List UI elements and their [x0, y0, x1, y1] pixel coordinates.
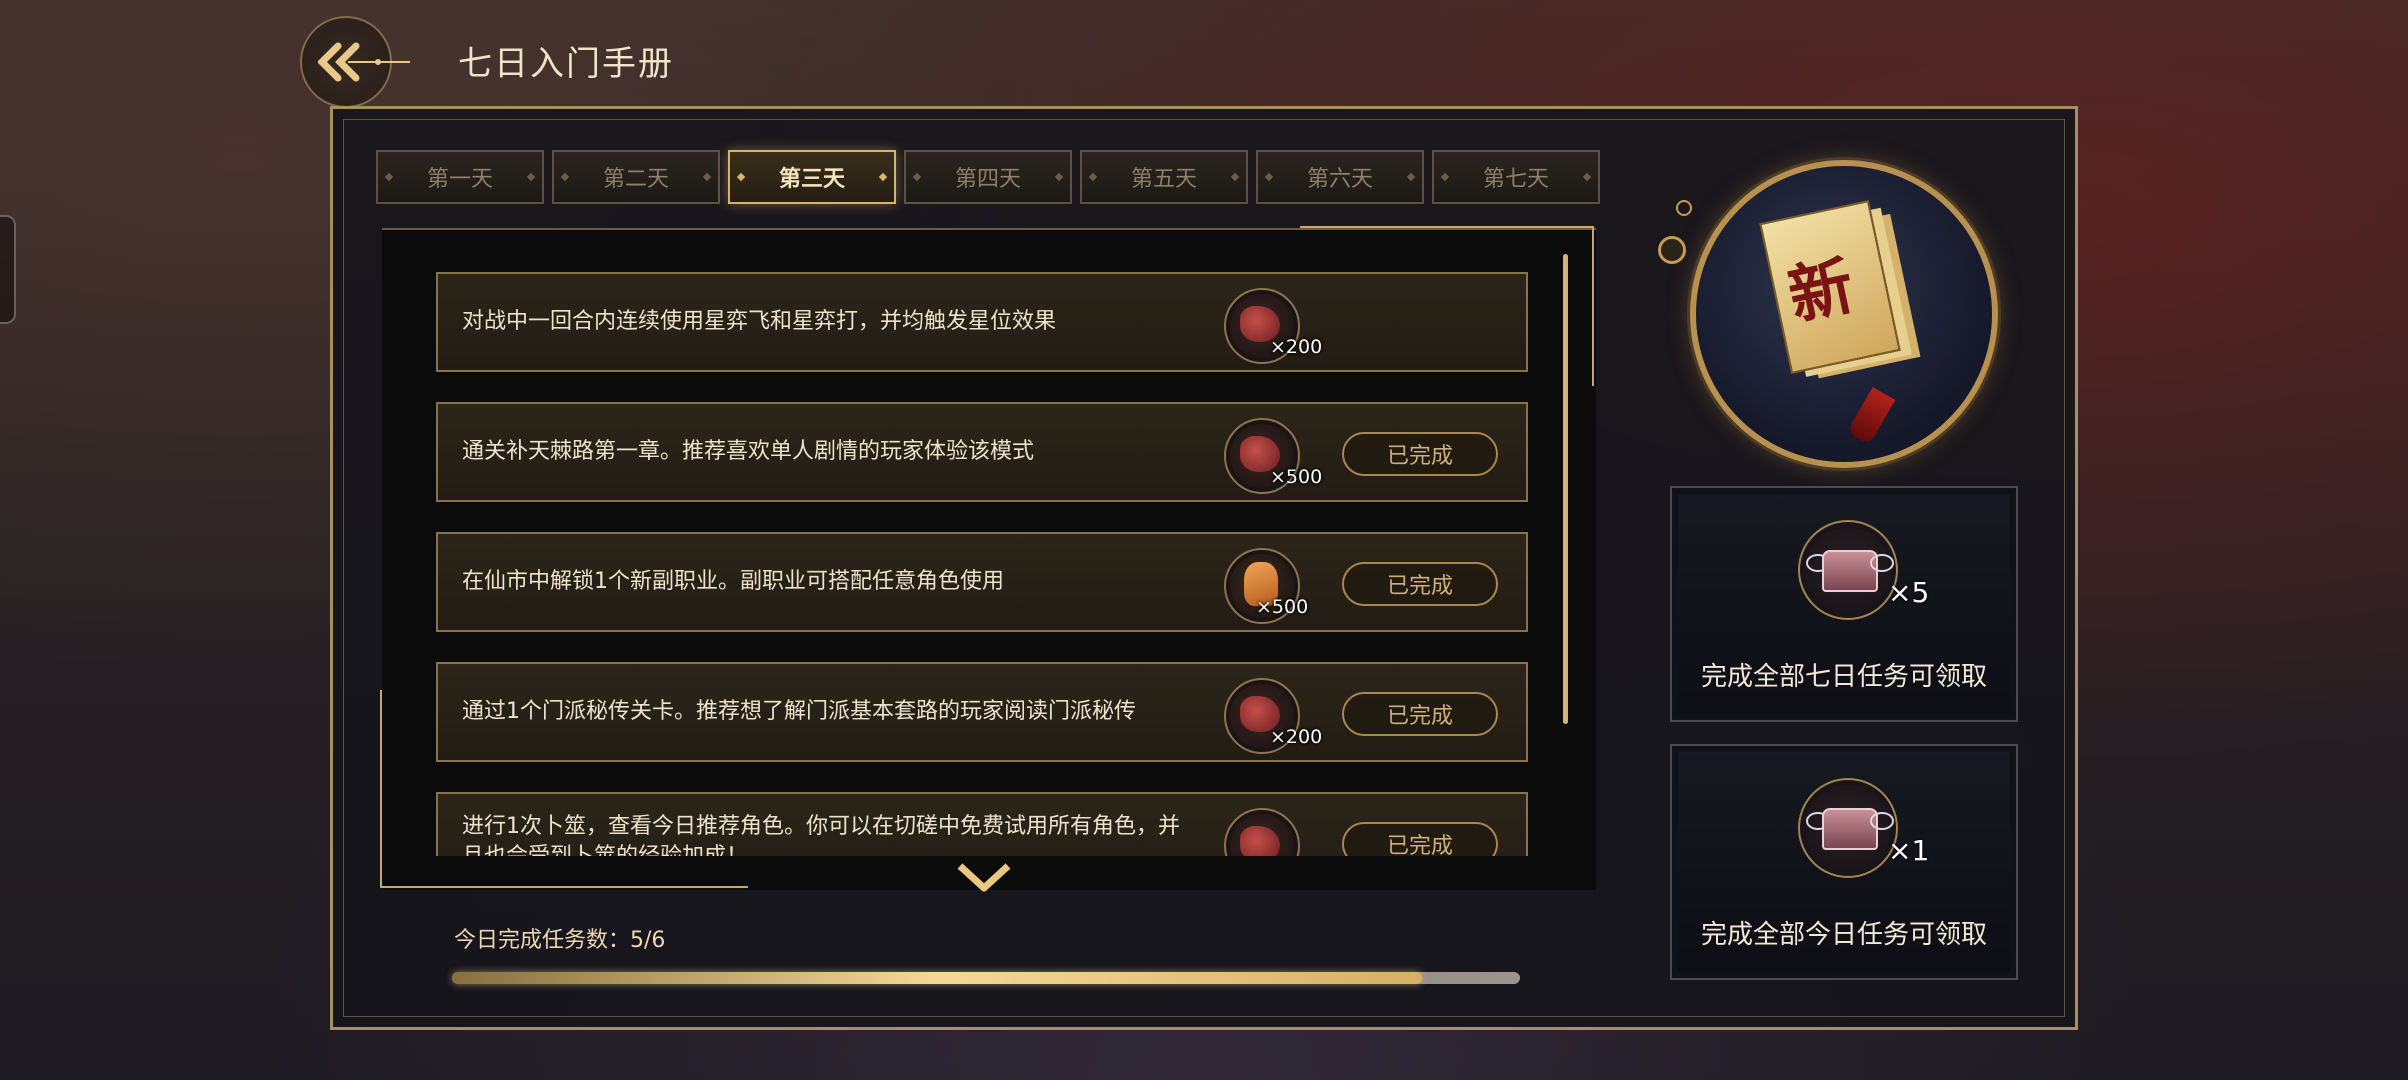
task-description: 通关补天棘路第一章。推荐喜欢单人剧情的玩家体验该模式: [462, 439, 1035, 464]
task-row: 对战中一回合内连续使用星弈飞和星弈打，并均触发星位效果 ×200: [436, 272, 1528, 372]
double-chevron-left-icon: [318, 42, 410, 82]
completed-badge: 已完成: [1342, 822, 1498, 856]
side-drawer-handle[interactable]: [0, 215, 16, 324]
tab-label: 第五天: [1130, 167, 1197, 192]
completed-badge: 已完成: [1342, 562, 1498, 606]
task-reward[interactable]: [1224, 808, 1334, 856]
tab-day-7[interactable]: 第七天: [1432, 150, 1600, 204]
tab-label: 第三天: [778, 166, 845, 192]
task-reward[interactable]: ×200: [1224, 678, 1334, 754]
task-reward[interactable]: ×500: [1224, 548, 1334, 624]
task-description: 在仙市中解锁1个新副职业。副职业可搭配任意角色使用: [462, 569, 1004, 594]
task-row: 进行1次卜筮，查看今日推荐角色。你可以在切磋中免费试用所有角色，并且也会受到卜筮…: [436, 792, 1528, 856]
task-row: 在仙市中解锁1个新副职业。副职业可搭配任意角色使用 ×500 已完成: [436, 532, 1528, 632]
reward-multiplier: ×5: [1888, 576, 1930, 609]
treasure-chest-icon: [1798, 778, 1898, 878]
tab-day-4[interactable]: 第四天: [904, 150, 1072, 204]
reward-caption: 完成全部今日任务可领取: [1700, 920, 1987, 950]
task-row: 通过1个门派秘传关卡。推荐想了解门派基本套路的玩家阅读门派秘传 ×200 已完成: [436, 662, 1528, 762]
tab-label: 第四天: [954, 167, 1021, 192]
task-description: 通过1个门派秘传关卡。推荐想了解门派基本套路的玩家阅读门派秘传: [462, 699, 1136, 724]
new-player-medallion: 新: [1658, 150, 2000, 470]
reward-multiplier: ×1: [1888, 834, 1930, 867]
back-button[interactable]: [298, 14, 418, 108]
treasure-chest-icon: [1798, 520, 1898, 620]
task-description: 进行1次卜筮，查看今日推荐角色。你可以在切磋中免费试用所有角色，并且也会受到卜筮…: [462, 814, 1180, 856]
daily-bonus-reward[interactable]: ×1 完成全部今日任务可领取: [1670, 744, 2018, 980]
daily-progress-label: 今日完成任务数：5/6: [454, 928, 666, 953]
scroll-down-button[interactable]: [956, 860, 1012, 898]
stone-spirit-icon: [1224, 808, 1300, 856]
tab-day-6[interactable]: 第六天: [1256, 150, 1424, 204]
chevron-down-icon: [957, 863, 1011, 892]
task-list[interactable]: 对战中一回合内连续使用星弈飞和星弈打，并均触发星位效果 ×200 通关补天棘路第…: [436, 272, 1528, 856]
completed-badge: 已完成: [1342, 432, 1498, 476]
reward-quantity: ×500: [1256, 596, 1309, 618]
tab-day-3[interactable]: 第三天: [728, 150, 896, 204]
task-row: 通关补天棘路第一章。推荐喜欢单人剧情的玩家体验该模式 ×500 已完成: [436, 402, 1528, 502]
reward-quantity: ×200: [1270, 726, 1323, 748]
task-description: 对战中一回合内连续使用星弈飞和星弈打，并均触发星位效果: [462, 309, 1057, 334]
tab-day-1[interactable]: 第一天: [376, 150, 544, 204]
decorative-orb: [1658, 236, 1686, 264]
scrollbar-thumb[interactable]: [1563, 254, 1568, 724]
task-reward[interactable]: ×200: [1224, 288, 1334, 364]
completed-badge: 已完成: [1342, 692, 1498, 736]
task-reward[interactable]: ×500: [1224, 418, 1334, 494]
decorative-orb: [1676, 200, 1692, 216]
reward-quantity: ×200: [1270, 336, 1323, 358]
tab-day-5[interactable]: 第五天: [1080, 150, 1248, 204]
tab-label: 第七天: [1482, 167, 1549, 192]
tab-label: 第六天: [1306, 167, 1373, 192]
tab-label: 第一天: [426, 167, 493, 192]
reward-quantity: ×500: [1270, 466, 1323, 488]
tab-day-2[interactable]: 第二天: [552, 150, 720, 204]
page-title: 七日入门手册: [458, 44, 674, 84]
seven-day-bonus-reward[interactable]: ×5 完成全部七日任务可领取: [1670, 486, 2018, 722]
reward-caption: 完成全部七日任务可领取: [1700, 662, 1987, 692]
progress-fill: [452, 972, 1423, 984]
tab-label: 第二天: [602, 167, 669, 192]
